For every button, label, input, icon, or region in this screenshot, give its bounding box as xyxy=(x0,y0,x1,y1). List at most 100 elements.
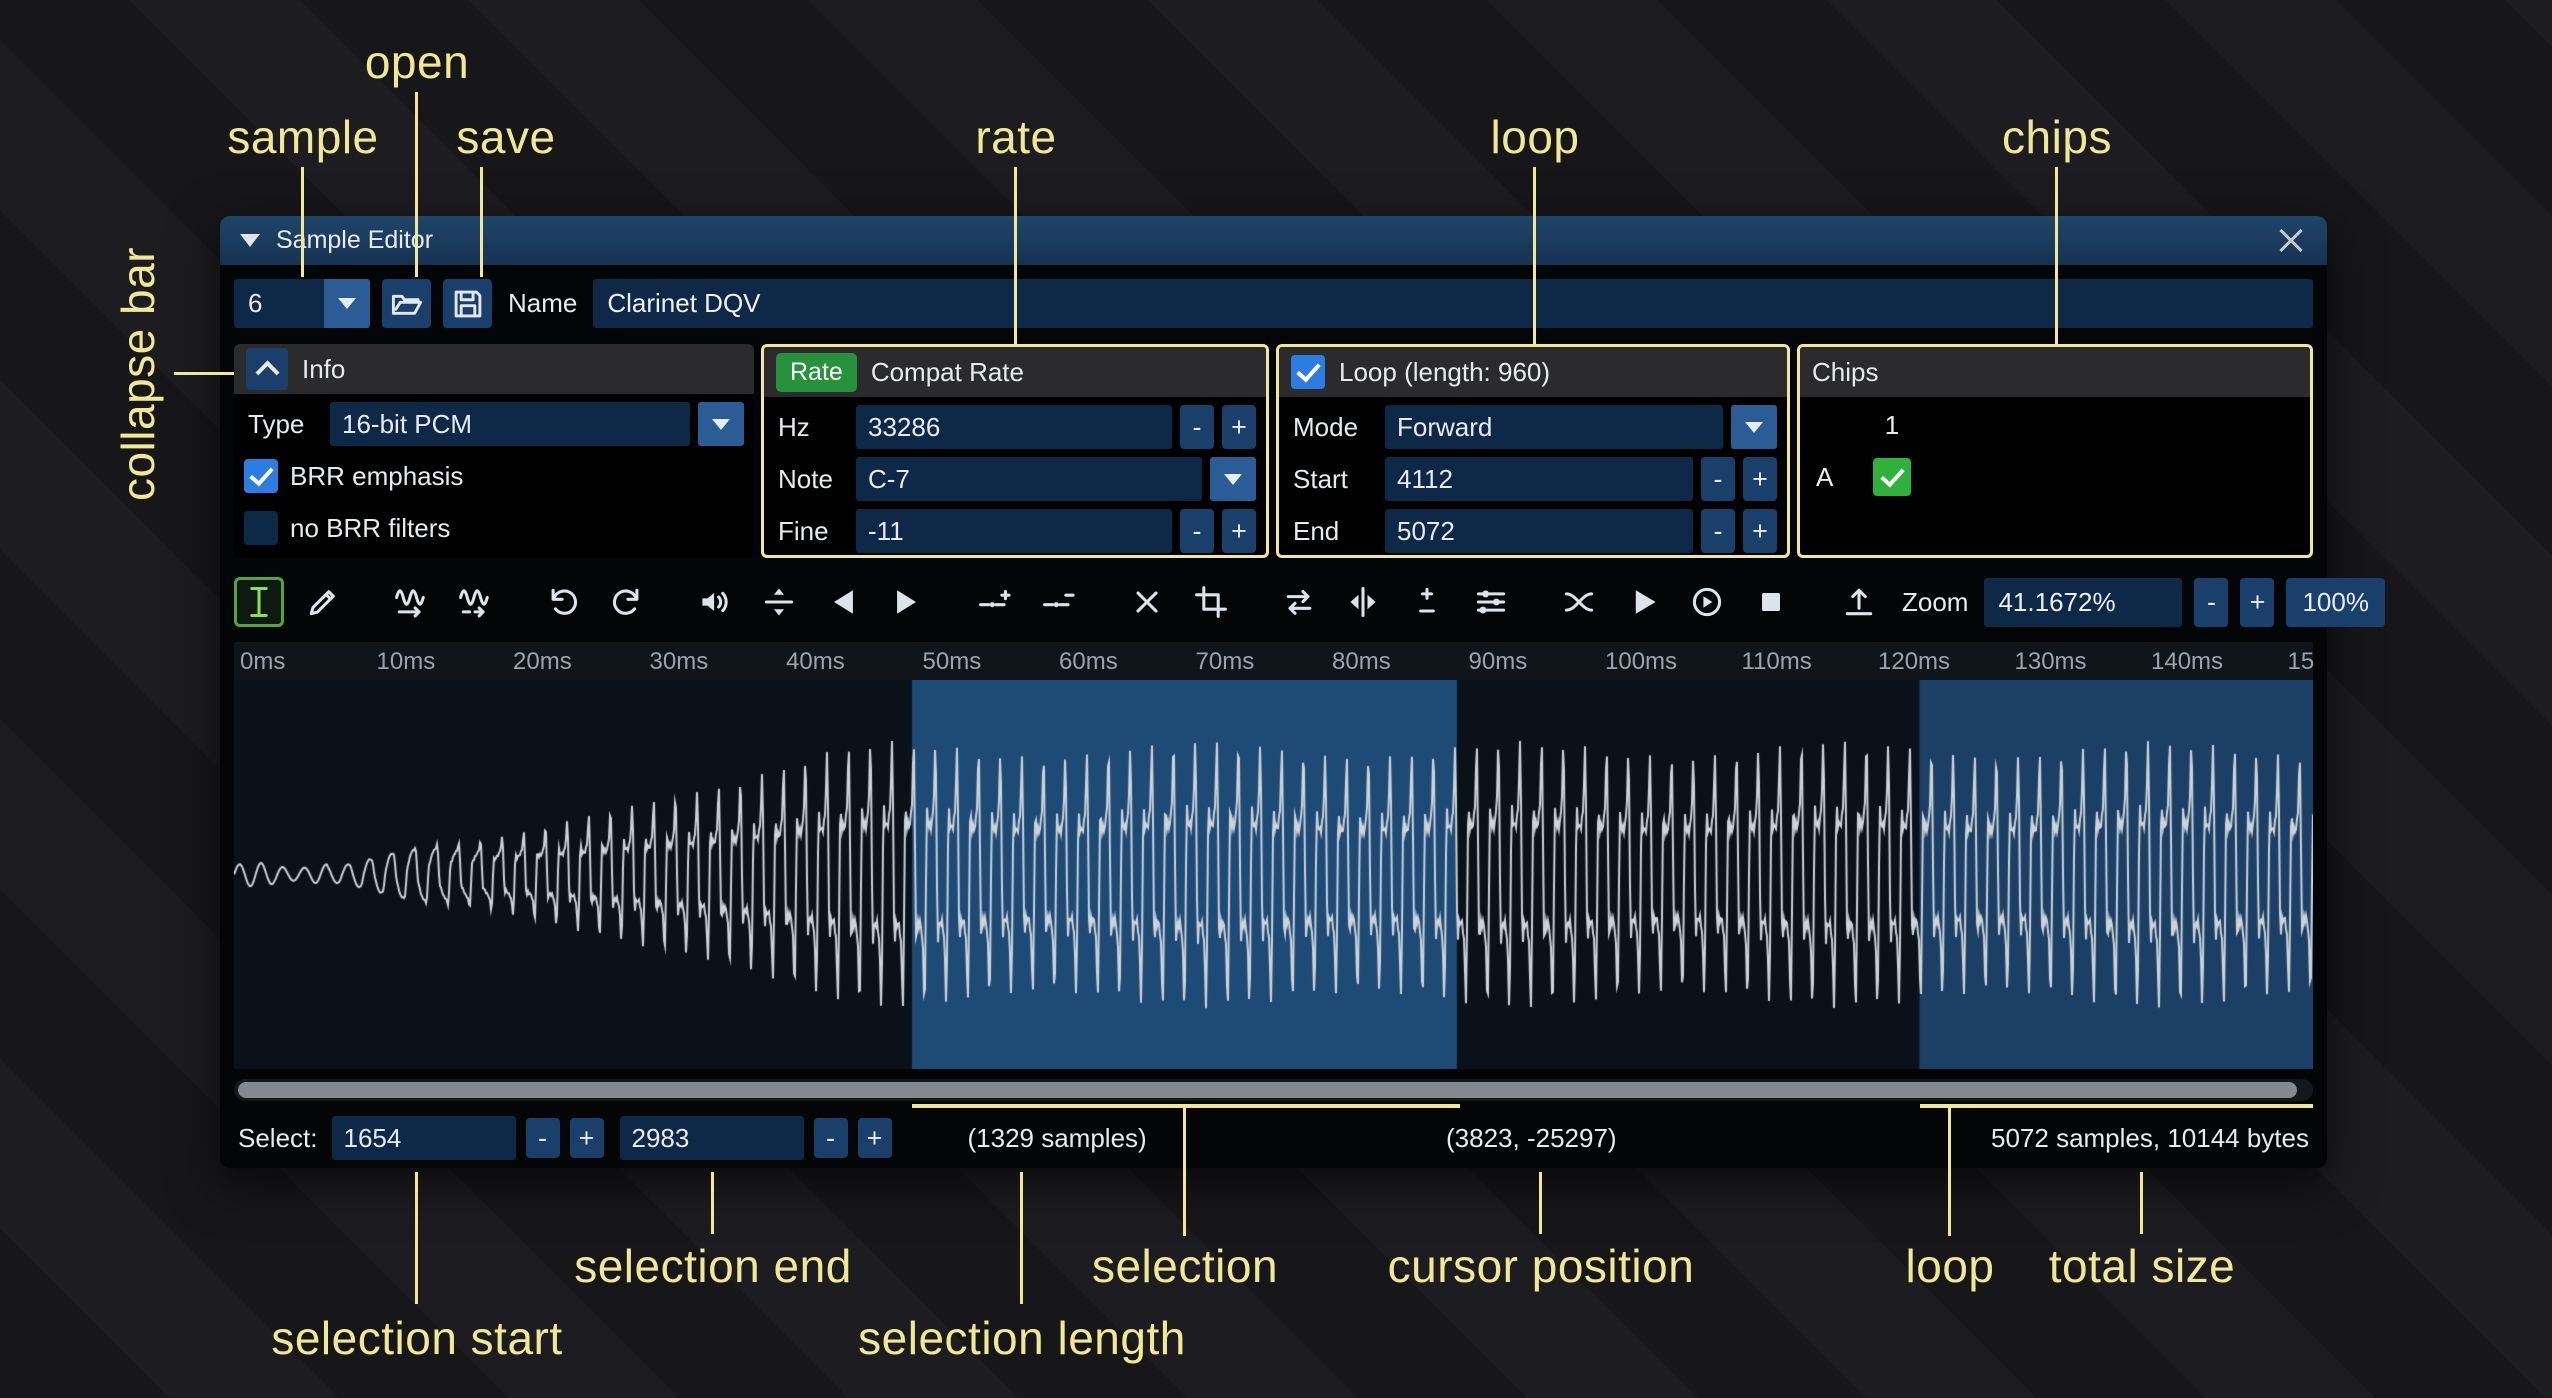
annotation-collapse-bar: collapse bar xyxy=(111,247,165,501)
loop-start-minus-button[interactable]: - xyxy=(1701,457,1735,501)
scrollbar-thumb[interactable] xyxy=(238,1082,2297,1098)
zoom-label: Zoom xyxy=(1898,587,1972,618)
chevron-down-icon[interactable] xyxy=(1731,405,1777,449)
timeline-label: 150 xyxy=(2288,648,2314,676)
chevron-down-icon[interactable] xyxy=(698,402,744,446)
loop-end-plus-button[interactable]: + xyxy=(1743,509,1777,553)
resize-icon xyxy=(393,584,429,620)
invert-button[interactable] xyxy=(1338,577,1388,627)
zoom-out-button[interactable]: - xyxy=(2194,578,2228,627)
loop-end-label: End xyxy=(1289,516,1377,547)
amplify-icon xyxy=(697,584,733,620)
no-brr-filters-label: no BRR filters xyxy=(286,513,454,544)
fine-plus-button[interactable]: + xyxy=(1222,509,1256,553)
timeline-label: 50ms xyxy=(923,648,982,676)
hz-plus-button[interactable]: + xyxy=(1222,405,1256,449)
sign-invert-button[interactable] xyxy=(1402,577,1452,627)
annotation-line xyxy=(1948,1108,1951,1236)
insert-silence-icon xyxy=(977,584,1013,620)
zoom-in-button[interactable]: + xyxy=(2240,578,2274,627)
mode-label: Mode xyxy=(1289,412,1377,443)
timeline-label: 90ms xyxy=(1469,648,1528,676)
timeline-label: 60ms xyxy=(1059,648,1118,676)
invert-icon xyxy=(1345,584,1381,620)
annotation-total-size: total size xyxy=(2049,1239,2236,1293)
create-wavetable-icon xyxy=(1841,584,1877,620)
zoom-input[interactable]: 41.1672% xyxy=(1984,578,2182,627)
create-wavetable-button[interactable] xyxy=(1834,577,1884,627)
fine-label: Fine xyxy=(774,516,848,547)
brr-emphasis-label: BRR emphasis xyxy=(286,461,467,492)
note-input[interactable]: C-7 xyxy=(856,457,1202,501)
brr-emphasis-checkbox[interactable] xyxy=(244,459,278,493)
fade-out-button[interactable] xyxy=(882,577,932,627)
rate-badge: Rate xyxy=(776,353,857,392)
annotation-cursor-position: cursor position xyxy=(1388,1239,1695,1293)
selection-start-input[interactable]: 1654 xyxy=(332,1116,516,1160)
crossfade-button[interactable] xyxy=(1554,577,1604,627)
no-brr-filters-checkbox[interactable] xyxy=(244,511,278,545)
rate-header: Compat Rate xyxy=(871,357,1024,388)
close-icon[interactable] xyxy=(2275,225,2307,257)
timeline-label: 40ms xyxy=(786,648,845,676)
stop-preview-button[interactable] xyxy=(1746,577,1796,627)
timeline-label: 130ms xyxy=(2015,648,2087,676)
selection-start-minus-button[interactable]: - xyxy=(526,1118,560,1158)
hz-minus-button[interactable]: - xyxy=(1180,405,1214,449)
chevron-down-icon[interactable] xyxy=(1210,457,1256,501)
total-size-text: 5072 samples, 10144 bytes xyxy=(1991,1123,2309,1154)
hz-input[interactable]: 33286 xyxy=(856,405,1172,449)
chip-enable-checkbox[interactable] xyxy=(1873,458,1911,496)
undo-button[interactable] xyxy=(538,577,588,627)
redo-button[interactable] xyxy=(602,577,652,627)
preview-button[interactable] xyxy=(1618,577,1668,627)
annotation-save: save xyxy=(456,110,555,164)
loop-checkbox[interactable] xyxy=(1291,355,1325,389)
type-select[interactable]: 16-bit PCM xyxy=(330,402,690,446)
sections-row: Info Type 16-bit PCM BRR emphasis no BRR… xyxy=(234,344,2313,558)
loop-end-input[interactable]: 5072 xyxy=(1385,509,1693,553)
apply-silence-button[interactable] xyxy=(1034,577,1084,627)
loop-end-minus-button[interactable]: - xyxy=(1701,509,1735,553)
loop-mode-select[interactable]: Forward xyxy=(1385,405,1723,449)
preview-from-cursor-button[interactable] xyxy=(1682,577,1732,627)
delete-button[interactable] xyxy=(1122,577,1172,627)
save-button[interactable] xyxy=(443,279,492,328)
window-title: Sample Editor xyxy=(276,226,433,255)
annotation-bracket-loop xyxy=(1920,1104,2313,1108)
info-header: Info xyxy=(302,354,345,385)
collapse-triangle-icon[interactable] xyxy=(240,234,260,247)
selection-end-minus-button[interactable]: - xyxy=(814,1118,848,1158)
open-button[interactable] xyxy=(382,279,431,328)
filter-button[interactable] xyxy=(1466,577,1516,627)
selection-length-text: (1329 samples) xyxy=(968,1123,1147,1154)
sample-select[interactable]: 6 xyxy=(234,279,370,328)
timeline-label: 10ms xyxy=(377,648,436,676)
collapse-bar-button[interactable] xyxy=(246,348,288,390)
annotation-line xyxy=(1539,1172,1542,1234)
annotation-line xyxy=(1020,1172,1023,1304)
select-tool-button[interactable] xyxy=(234,577,284,627)
resize-button[interactable] xyxy=(386,577,436,627)
amplify-button[interactable] xyxy=(690,577,740,627)
insert-silence-button[interactable] xyxy=(970,577,1020,627)
selection-start-plus-button[interactable]: + xyxy=(570,1118,604,1158)
annotation-sample: sample xyxy=(227,110,378,164)
normalize-icon xyxy=(761,584,797,620)
draw-tool-button[interactable] xyxy=(298,577,348,627)
trim-button[interactable] xyxy=(1186,577,1236,627)
selection-end-plus-button[interactable]: + xyxy=(858,1118,892,1158)
zoom-reset-button[interactable]: 100% xyxy=(2286,578,2385,627)
reverse-button[interactable] xyxy=(1274,577,1324,627)
loop-start-plus-button[interactable]: + xyxy=(1743,457,1777,501)
waveform-canvas[interactable] xyxy=(234,680,2313,1069)
fine-input[interactable]: -11 xyxy=(856,509,1172,553)
fade-in-button[interactable] xyxy=(818,577,868,627)
crossfade-icon xyxy=(1561,584,1597,620)
annotation-line xyxy=(301,167,304,277)
normalize-button[interactable] xyxy=(754,577,804,627)
loop-start-input[interactable]: 4112 xyxy=(1385,457,1693,501)
fine-minus-button[interactable]: - xyxy=(1180,509,1214,553)
resample-button[interactable] xyxy=(450,577,500,627)
selection-end-input[interactable]: 2983 xyxy=(620,1116,804,1160)
